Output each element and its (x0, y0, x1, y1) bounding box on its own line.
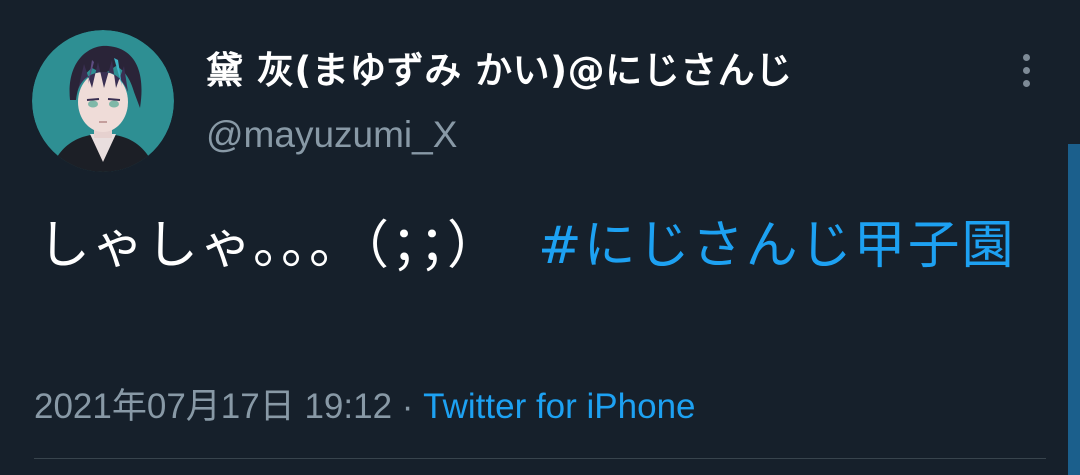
user-handle[interactable]: @mayuzumi_X (206, 114, 457, 156)
avatar[interactable] (32, 30, 174, 172)
meta-separator: · (392, 387, 424, 426)
tweet-text-main: しゃしゃ。。。（；；） (38, 216, 501, 276)
hashtag-link[interactable]: #にじさんじ甲子園 (538, 216, 1016, 276)
more-options-button[interactable] (1010, 50, 1042, 90)
tweet-card: 黛 灰(まゆずみ かい)@にじさんじ @mayuzumi_X しゃしゃ。。。（；… (0, 0, 1080, 475)
display-name[interactable]: 黛 灰(まゆずみ かい)@にじさんじ (206, 40, 793, 94)
tweet-text: しゃしゃ。。。（；；） #にじさんじ甲子園 (38, 212, 1018, 280)
tweet-text-spacer (501, 216, 538, 276)
avatar-image (32, 30, 174, 172)
divider (34, 458, 1046, 459)
tweet-source-link[interactable]: Twitter for iPhone (423, 387, 695, 426)
more-vertical-icon-dot (1022, 66, 1030, 74)
more-vertical-icon-dot (1022, 79, 1030, 87)
tweet-timestamp[interactable]: 2021年07月17日 19:12 (34, 387, 392, 426)
scrollbar[interactable] (1068, 144, 1080, 475)
more-vertical-icon (1022, 53, 1030, 61)
tweet-meta: 2021年07月17日 19:12 · Twitter for iPhone (34, 378, 696, 429)
